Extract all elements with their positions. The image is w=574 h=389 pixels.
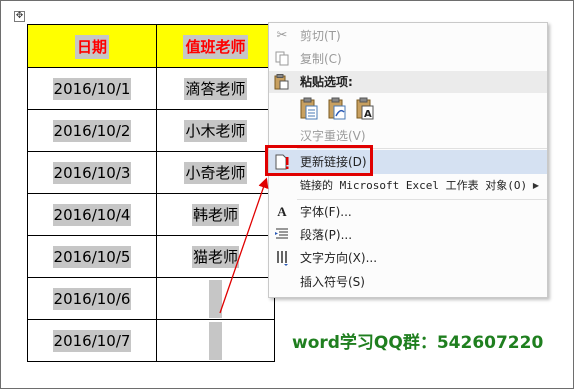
watermark-text: word学习QQ群：542607220 [292,333,544,353]
